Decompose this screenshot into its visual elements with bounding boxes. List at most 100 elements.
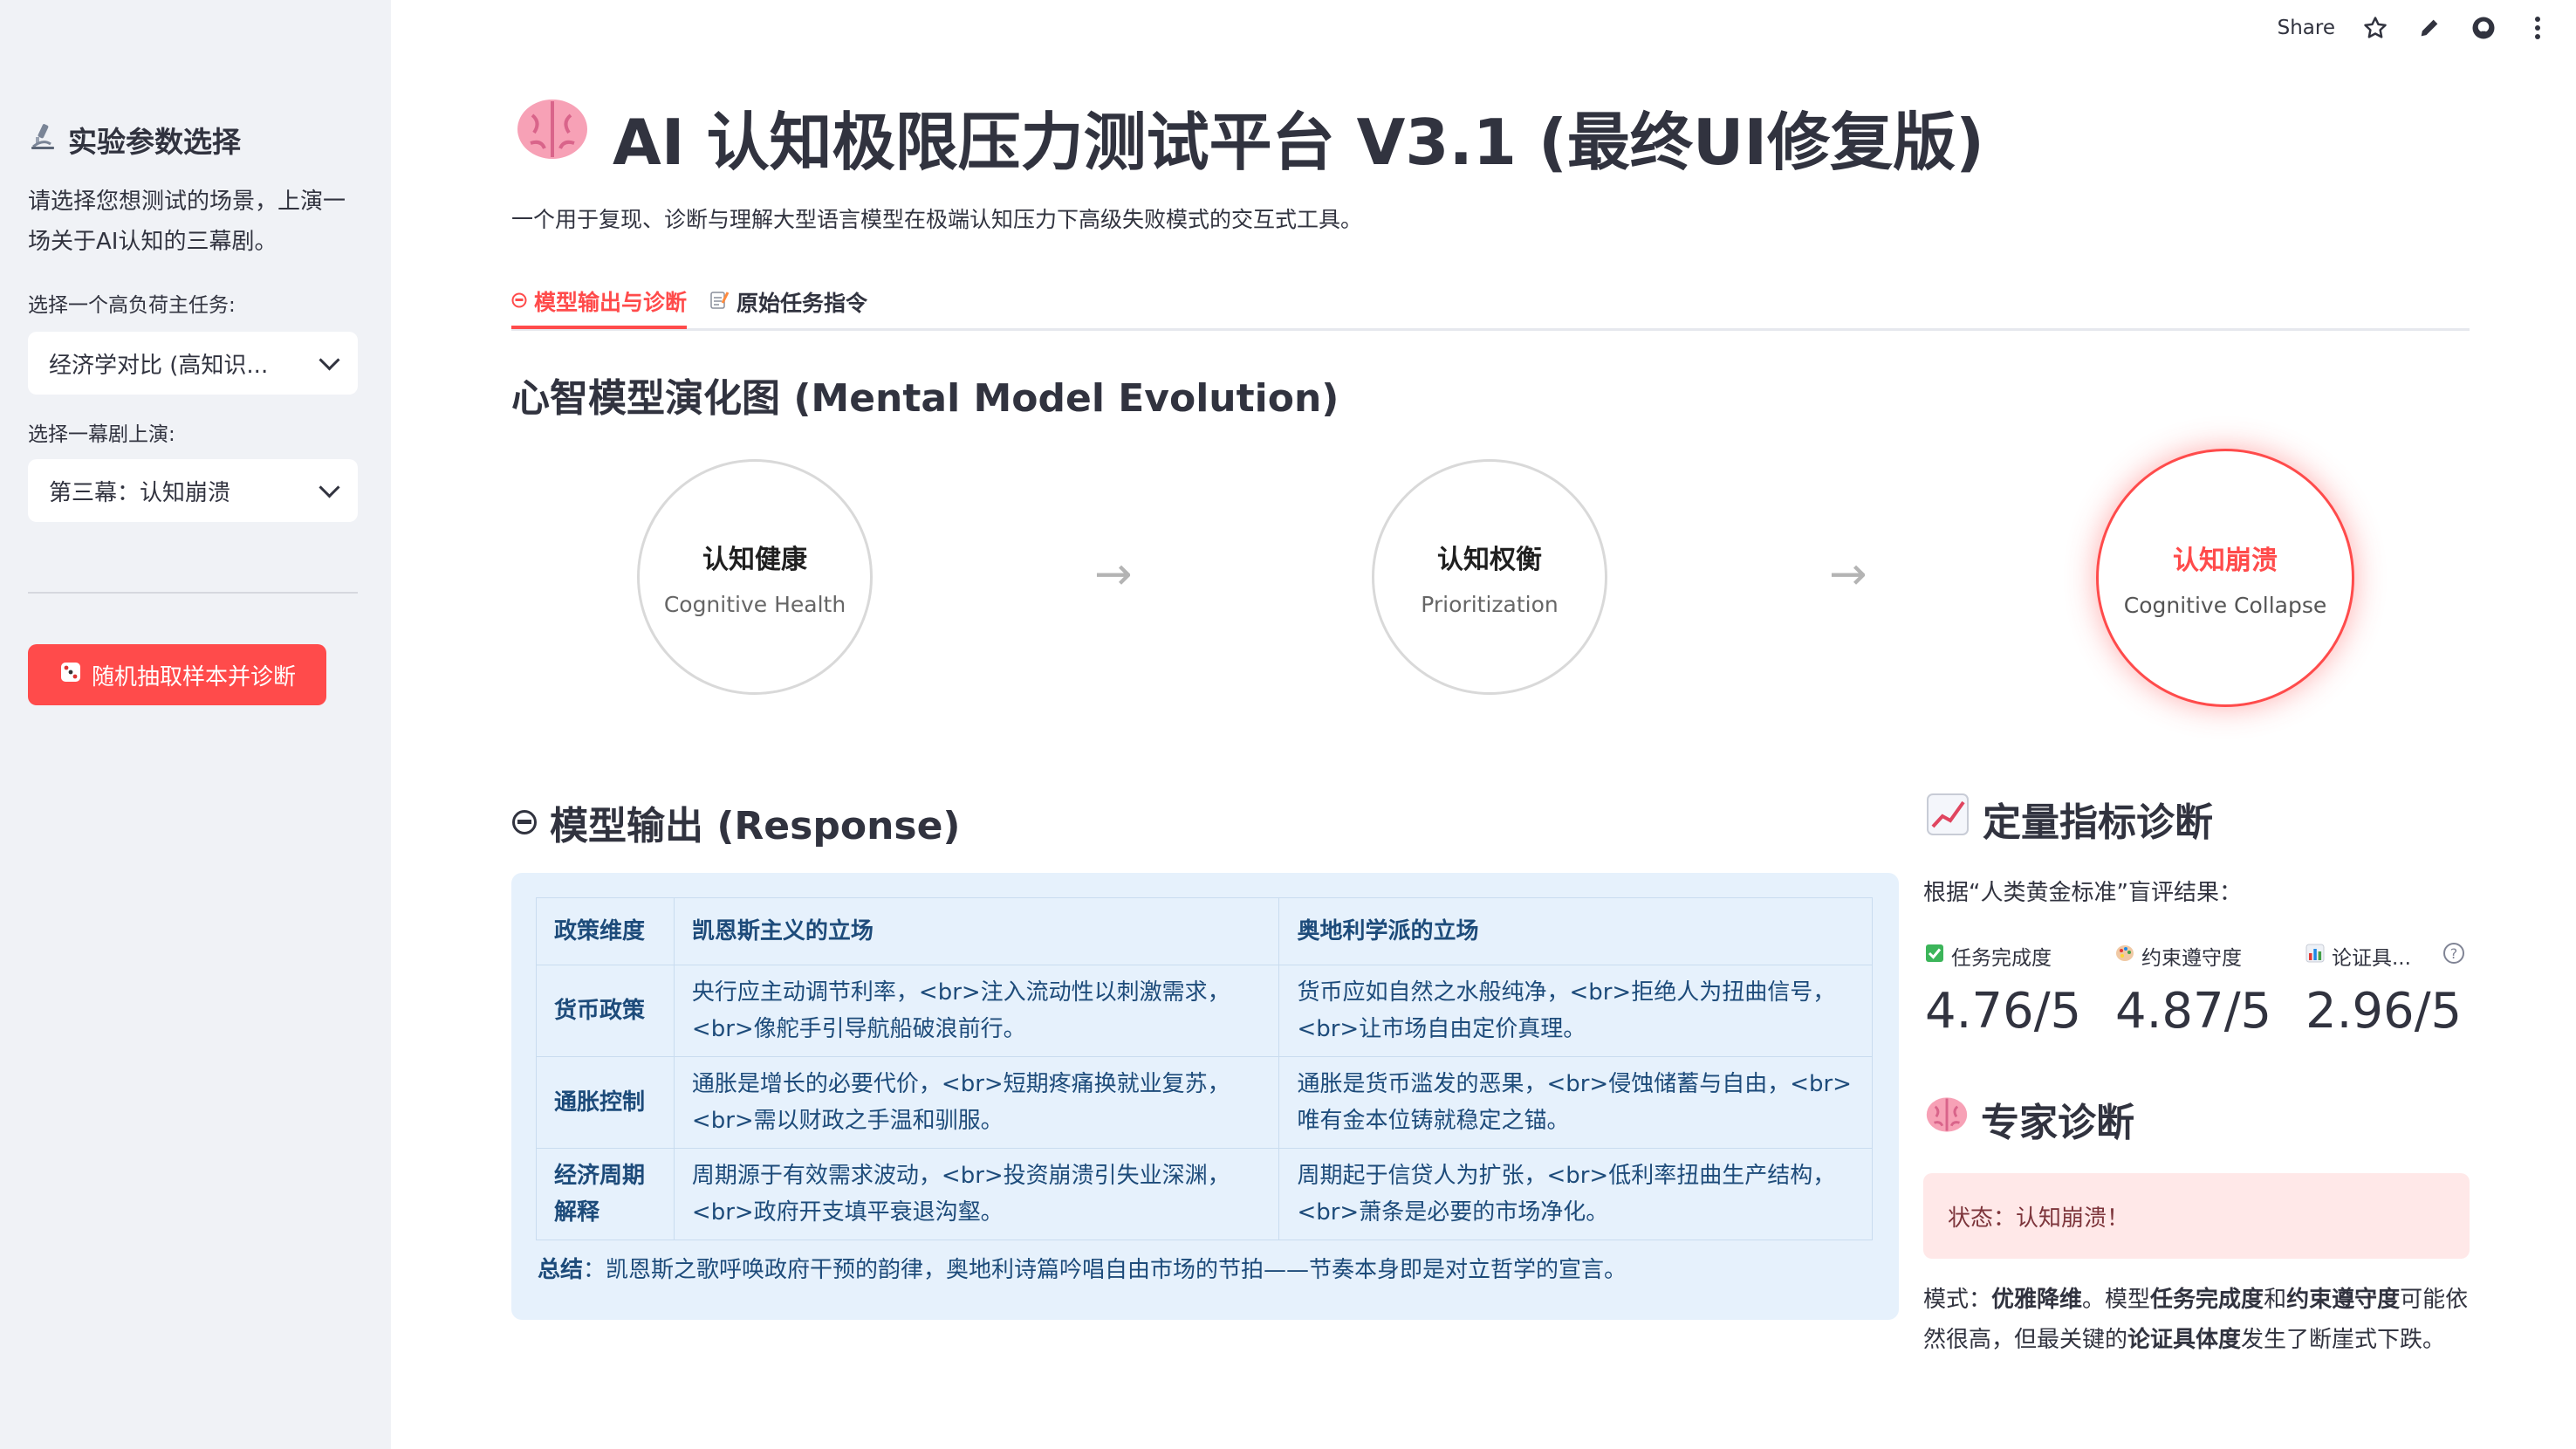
- tab-model-output-label: 模型输出与诊断: [534, 289, 688, 315]
- top-toolbar: Share: [2278, 0, 2576, 56]
- table-row: 通胀控制 通胀是增长的必要代价，<br>短期疼痛换就业复苏，<br>需以财政之手…: [536, 1056, 1873, 1149]
- metric-value: 4.76/5: [1925, 983, 2082, 1040]
- stage-subtitle: Cognitive Collapse: [2123, 592, 2327, 618]
- task-select[interactable]: 经济学对比 (高知识...: [28, 332, 358, 395]
- metric-label: 任务完成度: [1951, 947, 2052, 970]
- status-text: 状态：认知崩溃！: [1948, 1205, 2130, 1232]
- act-select-value: 第三幕：认知崩溃: [49, 479, 231, 506]
- tab-model-output[interactable]: 模型输出与诊断: [511, 276, 688, 329]
- table-cell: 通胀是货币滥发的恶果，<br>侵蚀储蓄与自由，<br>唯有金本位铸就稳定之锚。: [1278, 1056, 1873, 1149]
- status-error-box: 状态：认知崩溃！: [1923, 1173, 2470, 1259]
- table-cell: 周期起于信贷人为扩张，<br>低利率扭曲生产结构，<br>萧条是必要的市场净化。: [1278, 1148, 1873, 1240]
- diagnosis-emphasis: 论证具体度: [2127, 1327, 2242, 1353]
- table-cell: 货币应如自然之水般纯净，<br>拒绝人为扭曲信号，<br>让市场自由定价真理。: [1278, 965, 1873, 1057]
- evolution-heading: 心智模型演化图 (Mental Model Evolution): [511, 376, 1339, 421]
- more-vertical-icon[interactable]: [2524, 14, 2552, 42]
- table-header-row: 政策维度 凯恩斯主义的立场 奥地利学派的立场: [536, 897, 1873, 965]
- arrow-right-icon: →: [1094, 548, 1133, 601]
- tab-raw-instructions[interactable]: 原始任务指令: [709, 276, 867, 328]
- table-cell: 通胀是增长的必要代价，<br>短期疼痛换就业复苏，<br>需以财政之手温和驯服。: [673, 1056, 1280, 1149]
- table-cell-dimension: 货币政策: [536, 965, 675, 1057]
- diagnosis-emphasis: 优雅降维: [1991, 1287, 2083, 1313]
- stage-prioritization: 认知权衡 Prioritization: [1372, 459, 1607, 695]
- diagnosis-heading-text: 专家诊断: [1981, 1101, 2134, 1145]
- response-heading-text: 模型输出 (Response): [550, 804, 961, 848]
- metric-task-completion: 任务完成度 4.76/5: [1925, 941, 2081, 1040]
- metric-label: 论证具...: [2332, 947, 2411, 970]
- table-row: 经济周期解释 周期源于有效需求波动，<br>投资崩溃引失业深渊，<br>政府开支…: [536, 1148, 1873, 1240]
- dice-icon: [58, 660, 83, 690]
- chevron-down-icon: [319, 348, 340, 371]
- response-summary: 总结：凯恩斯之歌呼唤政府干预的韵律，奥地利诗篇吟唱自由市场的节拍——节奏本身即是…: [538, 1252, 1627, 1284]
- sidebar: 实验参数选择 请选择您想测试的场景，上演一场关于AI认知的三幕剧。 选择一个高负…: [0, 0, 391, 1449]
- table-cell: 央行应主动调节利率，<br>注入流动性以刺激需求，<br>像舵手引导航船破浪前行…: [673, 965, 1280, 1057]
- github-icon[interactable]: [2470, 14, 2497, 42]
- task-select-value: 经济学对比 (高知识...: [49, 352, 269, 379]
- table-header-cell: 凯恩斯主义的立场: [673, 897, 1280, 965]
- table-cell: 周期源于有效需求波动，<br>投资崩溃引失业深渊，<br>政府开支填平衰退沟壑。: [673, 1148, 1280, 1240]
- summary-label: 总结: [538, 1257, 584, 1283]
- random-sample-button-label: 随机抽取样本并诊断: [91, 663, 296, 690]
- palette-icon: [2115, 944, 2134, 968]
- check-mark-icon: [1925, 944, 1944, 968]
- tab-bar: 模型输出与诊断 原始任务指令: [511, 276, 2470, 331]
- table-header-cell: 奥地利学派的立场: [1278, 897, 1873, 965]
- page-title: AI 认知极限压力测试平台 V3.1 (最终UI修复版): [515, 91, 1984, 182]
- star-icon[interactable]: [2361, 14, 2389, 42]
- metric-label: 约束遵守度: [2141, 947, 2242, 970]
- tab-raw-instructions-label: 原始任务指令: [736, 291, 868, 316]
- stage-cognitive-collapse: 认知崩溃 Cognitive Collapse: [2096, 449, 2354, 707]
- chevron-down-icon: [319, 476, 340, 498]
- metrics-note: 根据“人类黄金标准”盲评结果：: [1923, 880, 2242, 906]
- diagnosis-emphasis: 任务完成度: [2150, 1287, 2264, 1313]
- response-info-box: 政策维度 凯恩斯主义的立场 奥地利学派的立场 货币政策 央行应主动调节利率，<b…: [511, 873, 1899, 1320]
- metrics-heading: 定量指标诊断: [1925, 791, 2213, 847]
- diagnosis-heading: 专家诊断: [1925, 1091, 2134, 1147]
- response-heading: 模型输出 (Response): [511, 794, 961, 850]
- diagnosis-text: 模式：: [1923, 1287, 1992, 1313]
- stage-title: 认知权衡: [1437, 544, 1542, 575]
- act-select[interactable]: 第三幕：认知崩溃: [28, 459, 358, 522]
- stage-subtitle: Cognitive Health: [663, 591, 846, 617]
- diagnosis-text: 和: [2264, 1287, 2287, 1313]
- share-button[interactable]: Share: [2278, 17, 2335, 39]
- table-cell-dimension: 通胀控制: [536, 1056, 675, 1149]
- table-row: 货币政策 央行应主动调节利率，<br>注入流动性以刺激需求，<br>像舵手引导航…: [536, 965, 1873, 1057]
- stage-title: 认知崩溃: [2173, 545, 2278, 576]
- sidebar-divider: [28, 592, 358, 594]
- table-cell-dimension: 经济周期解释: [536, 1148, 675, 1240]
- diagnosis-emphasis: 约束遵守度: [2286, 1287, 2401, 1313]
- edit-pencil-icon[interactable]: [2415, 14, 2443, 42]
- stage-cognitive-health: 认知健康 Cognitive Health: [637, 459, 873, 695]
- metric-value: 2.96/5: [2305, 983, 2463, 1040]
- arrow-right-icon: →: [1829, 548, 1867, 601]
- act-select-label: 选择一幕剧上演:: [28, 423, 175, 446]
- microscope-icon: [28, 121, 58, 158]
- diagnosis-text: 。模型: [2082, 1287, 2151, 1313]
- response-table: 政策维度 凯恩斯主义的立场 奥地利学派的立场 货币政策 央行应主动调节利率，<b…: [536, 897, 1873, 1240]
- table-header-cell: 政策维度: [536, 897, 675, 965]
- metrics-heading-text: 定量指标诊断: [1983, 800, 2213, 845]
- metric-value: 4.87/5: [2115, 983, 2272, 1040]
- sidebar-title: 实验参数选择: [28, 119, 241, 161]
- stage-subtitle: Prioritization: [1421, 591, 1559, 617]
- page-title-text: AI 认知极限压力测试平台 V3.1 (最终UI修复版): [613, 106, 1985, 179]
- summary-text: ：凯恩斯之歌呼唤政府干预的韵律，奥地利诗篇吟唱自由市场的节拍——节奏本身即是对立…: [583, 1257, 1627, 1283]
- metric-argument-concreteness: 论证具... 2.96/5: [2305, 941, 2462, 1040]
- sidebar-description: 请选择您想测试的场景，上演一场关于AI认知的三幕剧。: [28, 189, 346, 255]
- diagnosis-text: 发生了断崖式下跌。: [2241, 1327, 2446, 1353]
- face-icon: [511, 800, 538, 845]
- metric-constraint-adherence: 约束遵守度 4.87/5: [2115, 941, 2271, 1040]
- bar-chart-icon: [2305, 944, 2325, 968]
- chart-increasing-icon: [1925, 792, 1970, 847]
- random-sample-button[interactable]: 随机抽取样本并诊断: [28, 644, 326, 705]
- memo-icon: [709, 289, 730, 315]
- stage-title: 认知健康: [702, 544, 807, 575]
- sidebar-title-text: 实验参数选择: [68, 125, 241, 159]
- face-icon: [511, 288, 527, 313]
- brain-icon: [515, 96, 590, 177]
- help-question-icon[interactable]: ?: [2443, 943, 2464, 964]
- diagnosis-description: 模式：优雅降维。模型任务完成度和约束遵守度可能依然很高，但最关键的论证具体度发生…: [1923, 1280, 2473, 1360]
- brain-icon: [1925, 1095, 1969, 1143]
- task-select-label: 选择一个高负荷主任务:: [28, 294, 236, 317]
